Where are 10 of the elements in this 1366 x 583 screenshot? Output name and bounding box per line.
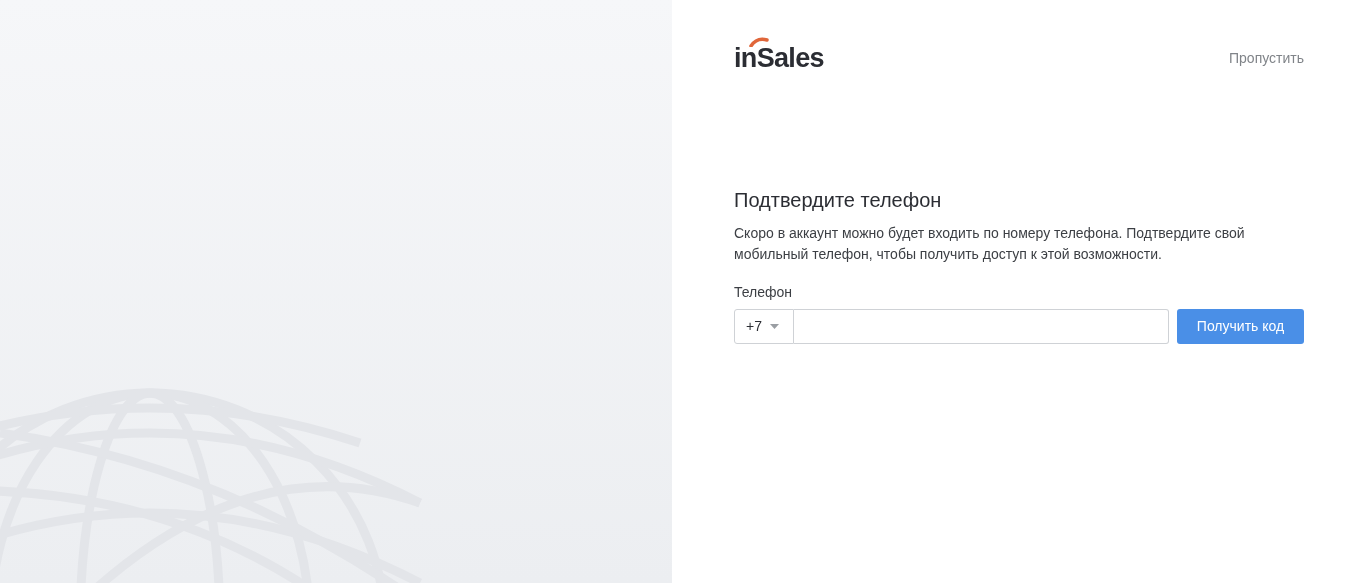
form-title: Подтвердите телефон — [734, 188, 943, 213]
get-code-button[interactable]: Получить код — [1177, 309, 1304, 344]
country-code-select[interactable]: +7 — [734, 309, 794, 344]
arc-icon — [749, 37, 769, 47]
phone-input[interactable] — [794, 309, 1169, 344]
phone-label: Телефон — [734, 283, 794, 302]
skip-link[interactable]: Пропустить — [1229, 48, 1304, 69]
caret-icon — [769, 324, 779, 329]
logo: inSales — [734, 40, 824, 72]
form-description: Скоро в аккаунт можно будет входить по номеру телефона. Подтвердите свой мобильный телефон, чтобы получить доступ к этой возможности. — [734, 224, 1246, 264]
